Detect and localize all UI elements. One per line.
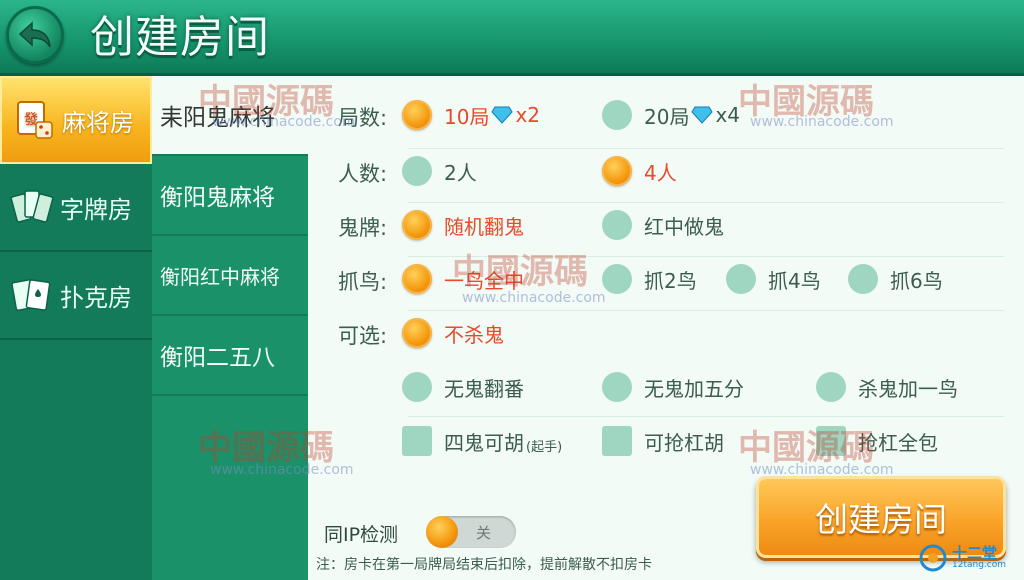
back-arrow-icon — [18, 21, 51, 48]
divider — [408, 416, 1004, 417]
logo-icon — [919, 544, 947, 572]
ghost-option-random[interactable]: 随机翻鬼 — [402, 210, 524, 240]
radio-selected[interactable] — [402, 100, 432, 130]
checkbox[interactable] — [602, 426, 632, 456]
ip-check-toggle[interactable]: 关 — [426, 516, 516, 548]
players-label: 人数: — [338, 162, 388, 186]
optional-four-ghost-win[interactable]: 四鬼可胡 (起手) — [402, 426, 562, 456]
radio-unselected[interactable] — [602, 264, 632, 294]
divider — [408, 148, 1004, 149]
radio-selected[interactable] — [402, 318, 432, 348]
category-mahjong[interactable]: 發 麻将房 — [0, 76, 152, 164]
divider — [408, 202, 1004, 203]
category-label: 字牌房 — [60, 195, 132, 224]
radio-unselected[interactable] — [726, 264, 756, 294]
radio-selected[interactable] — [602, 156, 632, 186]
birds-option-4[interactable]: 抓4鸟 — [726, 264, 821, 294]
optional-no-ghost-double[interactable]: 无鬼翻番 — [402, 372, 524, 402]
radio-unselected[interactable] — [602, 100, 632, 130]
birds-option-2[interactable]: 抓2鸟 — [602, 264, 697, 294]
rounds-option-10[interactable]: 10局 x2 — [402, 100, 540, 130]
diamond-icon — [491, 106, 514, 124]
optional-rob-kong-win[interactable]: 可抢杠胡 — [602, 426, 724, 456]
header-bar: 创建房间 — [0, 0, 1024, 76]
toggle-knob — [426, 516, 458, 548]
optional-label: 可选: — [338, 324, 388, 348]
birds-option-6[interactable]: 抓6鸟 — [848, 264, 943, 294]
corner-logo: 十二堂 12tang.com — [918, 540, 1018, 576]
room-card-note: 注：房卡在第一局牌局结束后扣除，提前解散不扣房卡 — [316, 557, 652, 573]
poker-cards-icon — [11, 279, 51, 311]
players-option-4[interactable]: 4人 — [602, 156, 677, 186]
word-cards-icon — [10, 190, 54, 223]
diamond-icon — [691, 106, 714, 124]
radio-selected[interactable] — [402, 264, 432, 294]
toggle-state: 关 — [476, 524, 492, 542]
divider — [408, 310, 1004, 311]
divider — [408, 256, 1004, 257]
radio-selected[interactable] — [402, 210, 432, 240]
radio-unselected[interactable] — [848, 264, 878, 294]
category-sidebar: 發 麻将房 字牌房 扑克房 — [0, 76, 152, 580]
logo-text: 十二堂 — [952, 544, 998, 562]
checkbox[interactable] — [402, 426, 432, 456]
category-poker[interactable]: 扑克房 — [0, 252, 152, 340]
category-label: 麻将房 — [62, 108, 134, 137]
category-label: 扑克房 — [60, 283, 132, 312]
category-word-cards[interactable]: 字牌房 — [0, 164, 152, 252]
optional-rob-kong-full[interactable]: 抢杠全包 — [816, 426, 938, 456]
radio-unselected[interactable] — [816, 372, 846, 402]
variant-item-hengyang-hongzhong[interactable]: 衡阳红中麻将 — [152, 236, 308, 316]
optional-no-kill-ghost[interactable]: 不杀鬼 — [402, 318, 504, 348]
back-button[interactable] — [6, 6, 64, 64]
logo-sub: 12tang.com — [952, 560, 1006, 570]
players-option-2[interactable]: 2人 — [402, 156, 477, 186]
radio-unselected[interactable] — [602, 372, 632, 402]
variant-item-leiyang[interactable]: 耒阳鬼麻将 — [152, 76, 308, 156]
ip-check-label: 同IP检测 — [324, 524, 399, 546]
checkbox[interactable] — [816, 426, 846, 456]
birds-label: 抓鸟: — [338, 270, 388, 294]
optional-kill-ghost-plus-bird[interactable]: 杀鬼加一鸟 — [816, 372, 958, 402]
optional-no-ghost-plus5[interactable]: 无鬼加五分 — [602, 372, 744, 402]
variant-item-hengyang-258[interactable]: 衡阳二五八 — [152, 316, 308, 396]
mahjong-tile-icon: 發 — [17, 101, 53, 139]
variant-item-hengyang-gui[interactable]: 衡阳鬼麻将 — [152, 156, 308, 236]
rounds-label: 局数: — [338, 106, 388, 130]
page-title: 创建房间 — [90, 12, 270, 63]
rounds-option-20[interactable]: 20局 x4 — [602, 100, 740, 130]
ghost-label: 鬼牌: — [338, 216, 388, 240]
radio-unselected[interactable] — [402, 156, 432, 186]
radio-unselected[interactable] — [402, 372, 432, 402]
birds-option-1[interactable]: 一鸟全中 — [402, 264, 524, 294]
radio-unselected[interactable] — [602, 210, 632, 240]
variant-list: 耒阳鬼麻将 衡阳鬼麻将 衡阳红中麻将 衡阳二五八 — [152, 76, 308, 580]
ghost-option-hongzhong[interactable]: 红中做鬼 — [602, 210, 724, 240]
